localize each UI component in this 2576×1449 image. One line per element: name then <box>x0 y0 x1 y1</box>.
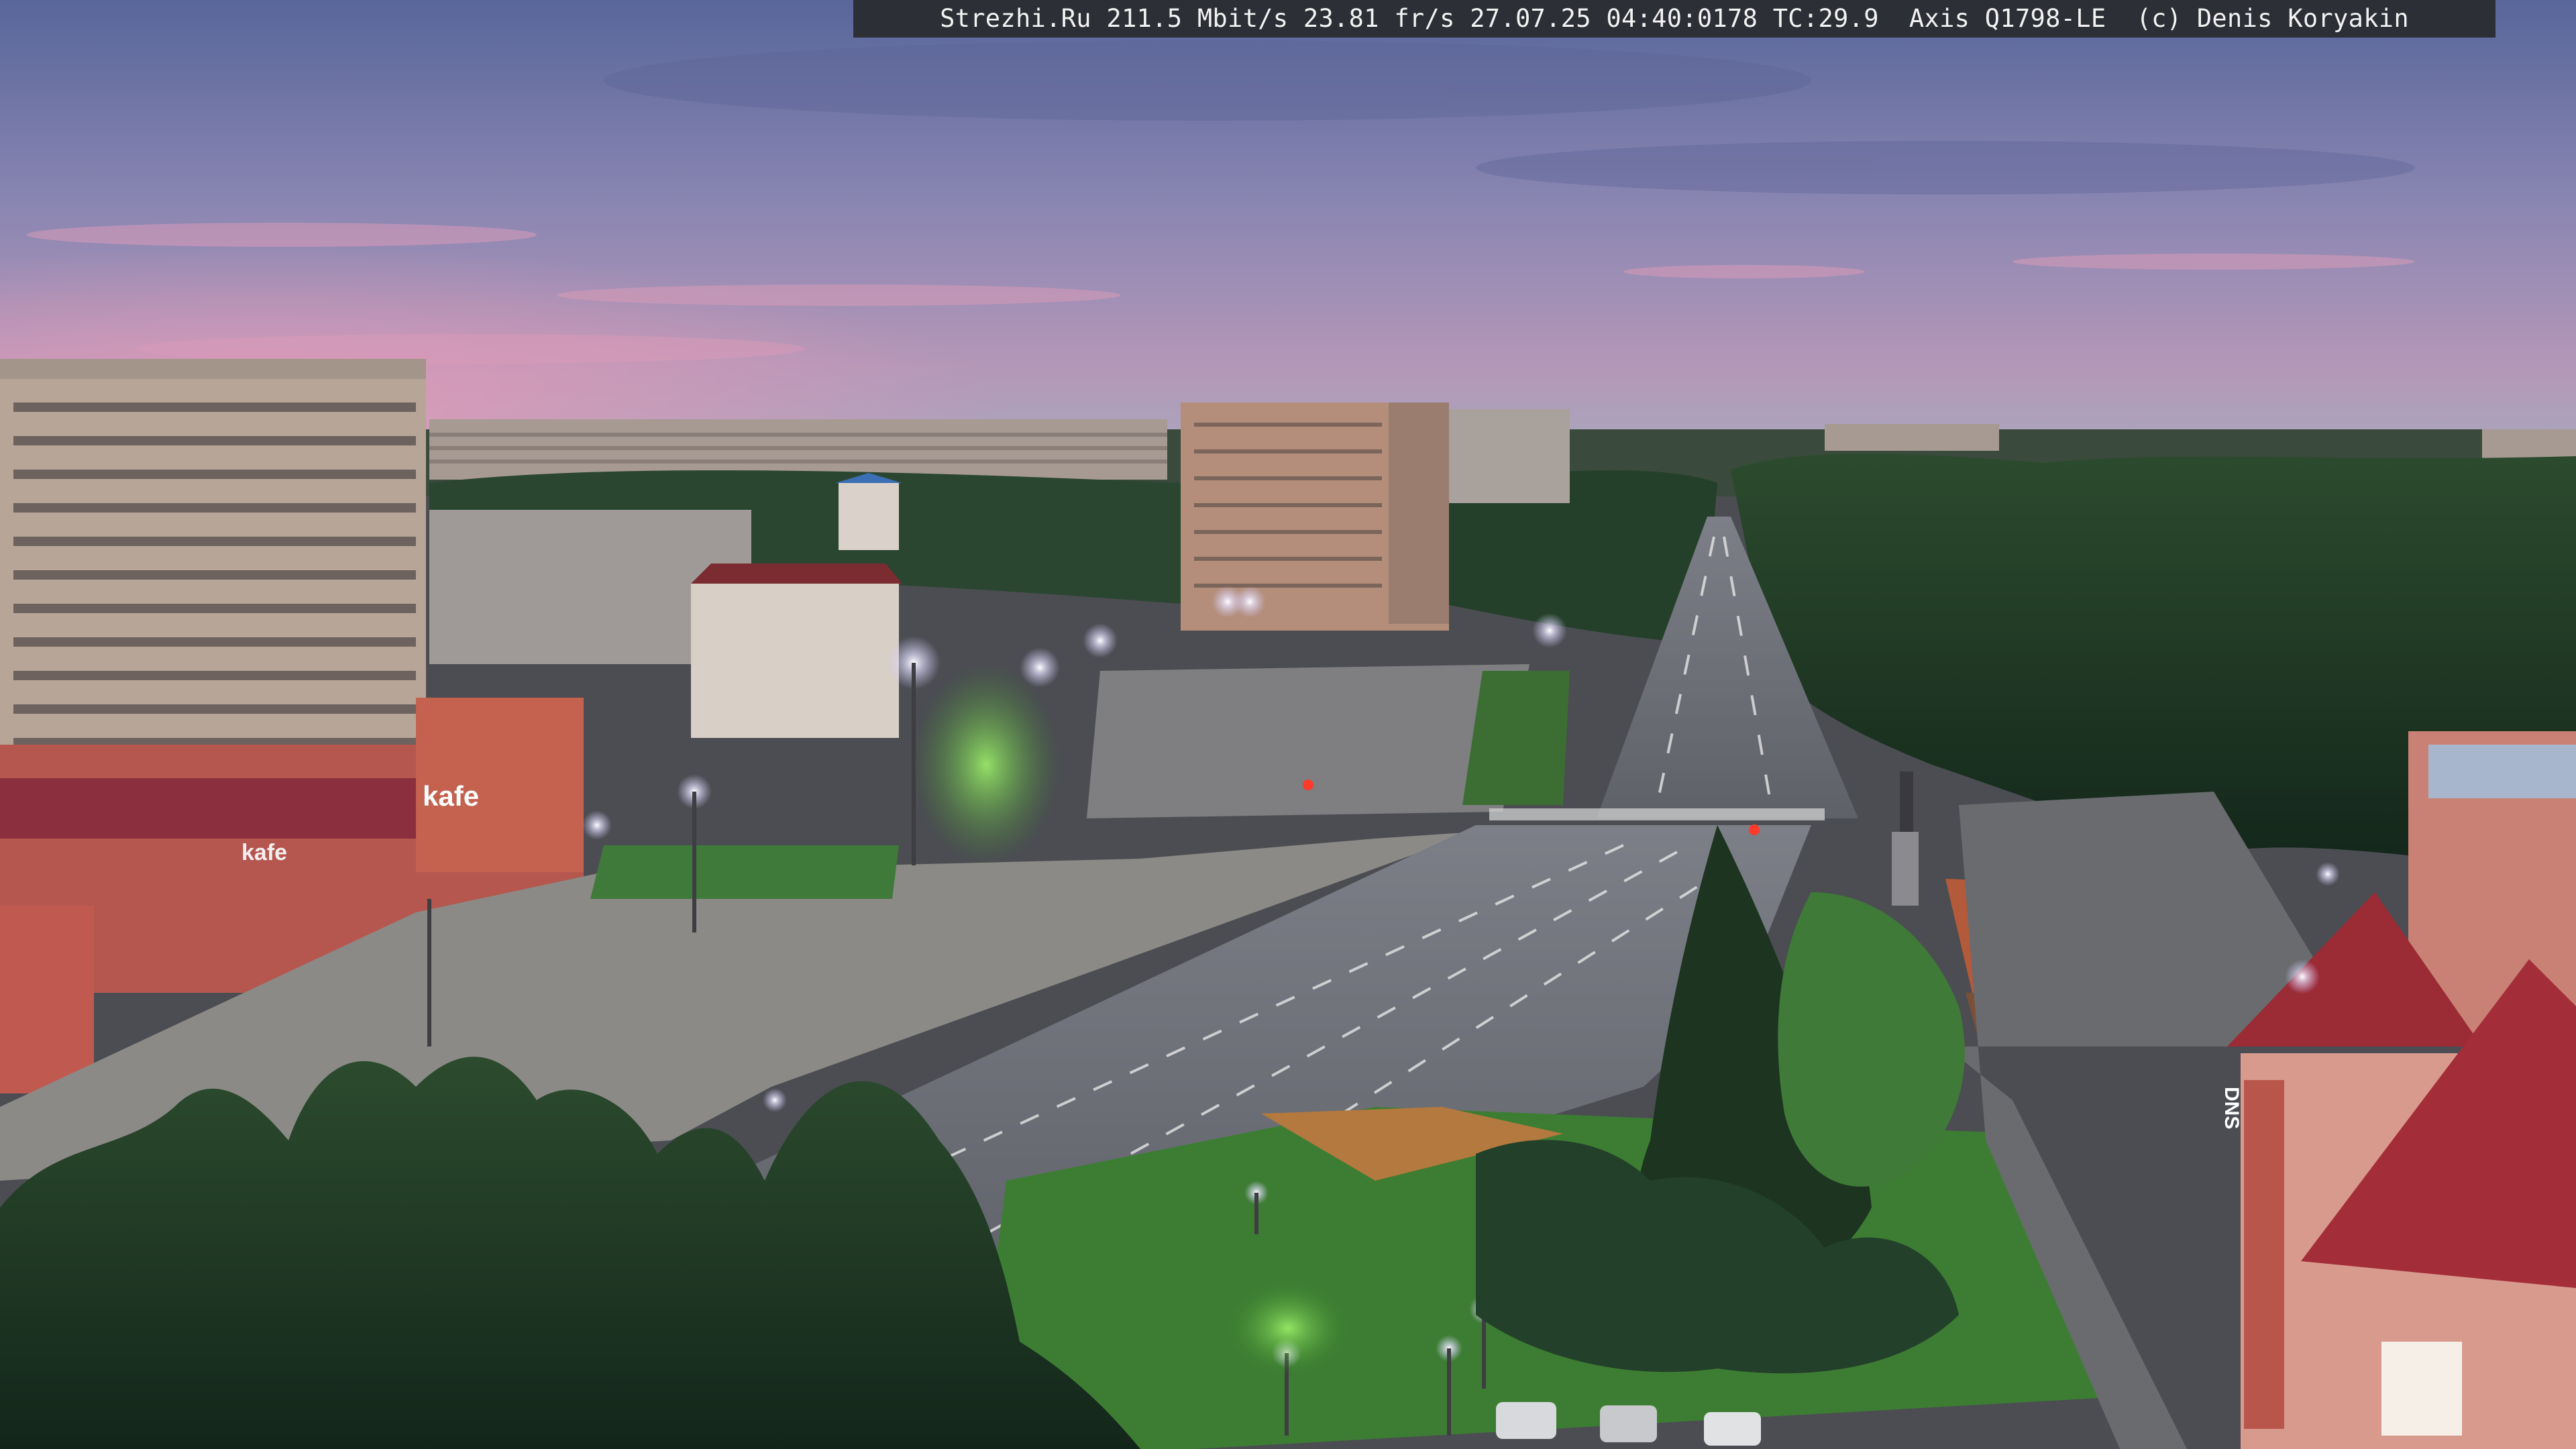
lit-tree <box>912 664 1060 865</box>
white-house-roof <box>691 564 902 584</box>
kafe-sign-small: kafe <box>241 840 288 865</box>
lit-bush <box>1228 1281 1348 1375</box>
kafe-sign: kafe <box>423 780 480 812</box>
parking-lot <box>1087 664 1529 818</box>
dns-sign: DNS <box>2220 1087 2243 1130</box>
camera-overlay-text: Strezhi.Ru 211.5 Mbit/s 23.81 fr/s 27.07… <box>853 0 2496 38</box>
webcam-city-scene: kafe kafe DNS <box>0 0 2576 1449</box>
crosswalk <box>1489 808 1825 820</box>
scene-illustration <box>0 0 2576 1449</box>
lawn-left <box>590 845 899 899</box>
blue-tower <box>839 483 899 550</box>
left-apartment-block <box>0 359 426 788</box>
white-house <box>691 584 899 738</box>
